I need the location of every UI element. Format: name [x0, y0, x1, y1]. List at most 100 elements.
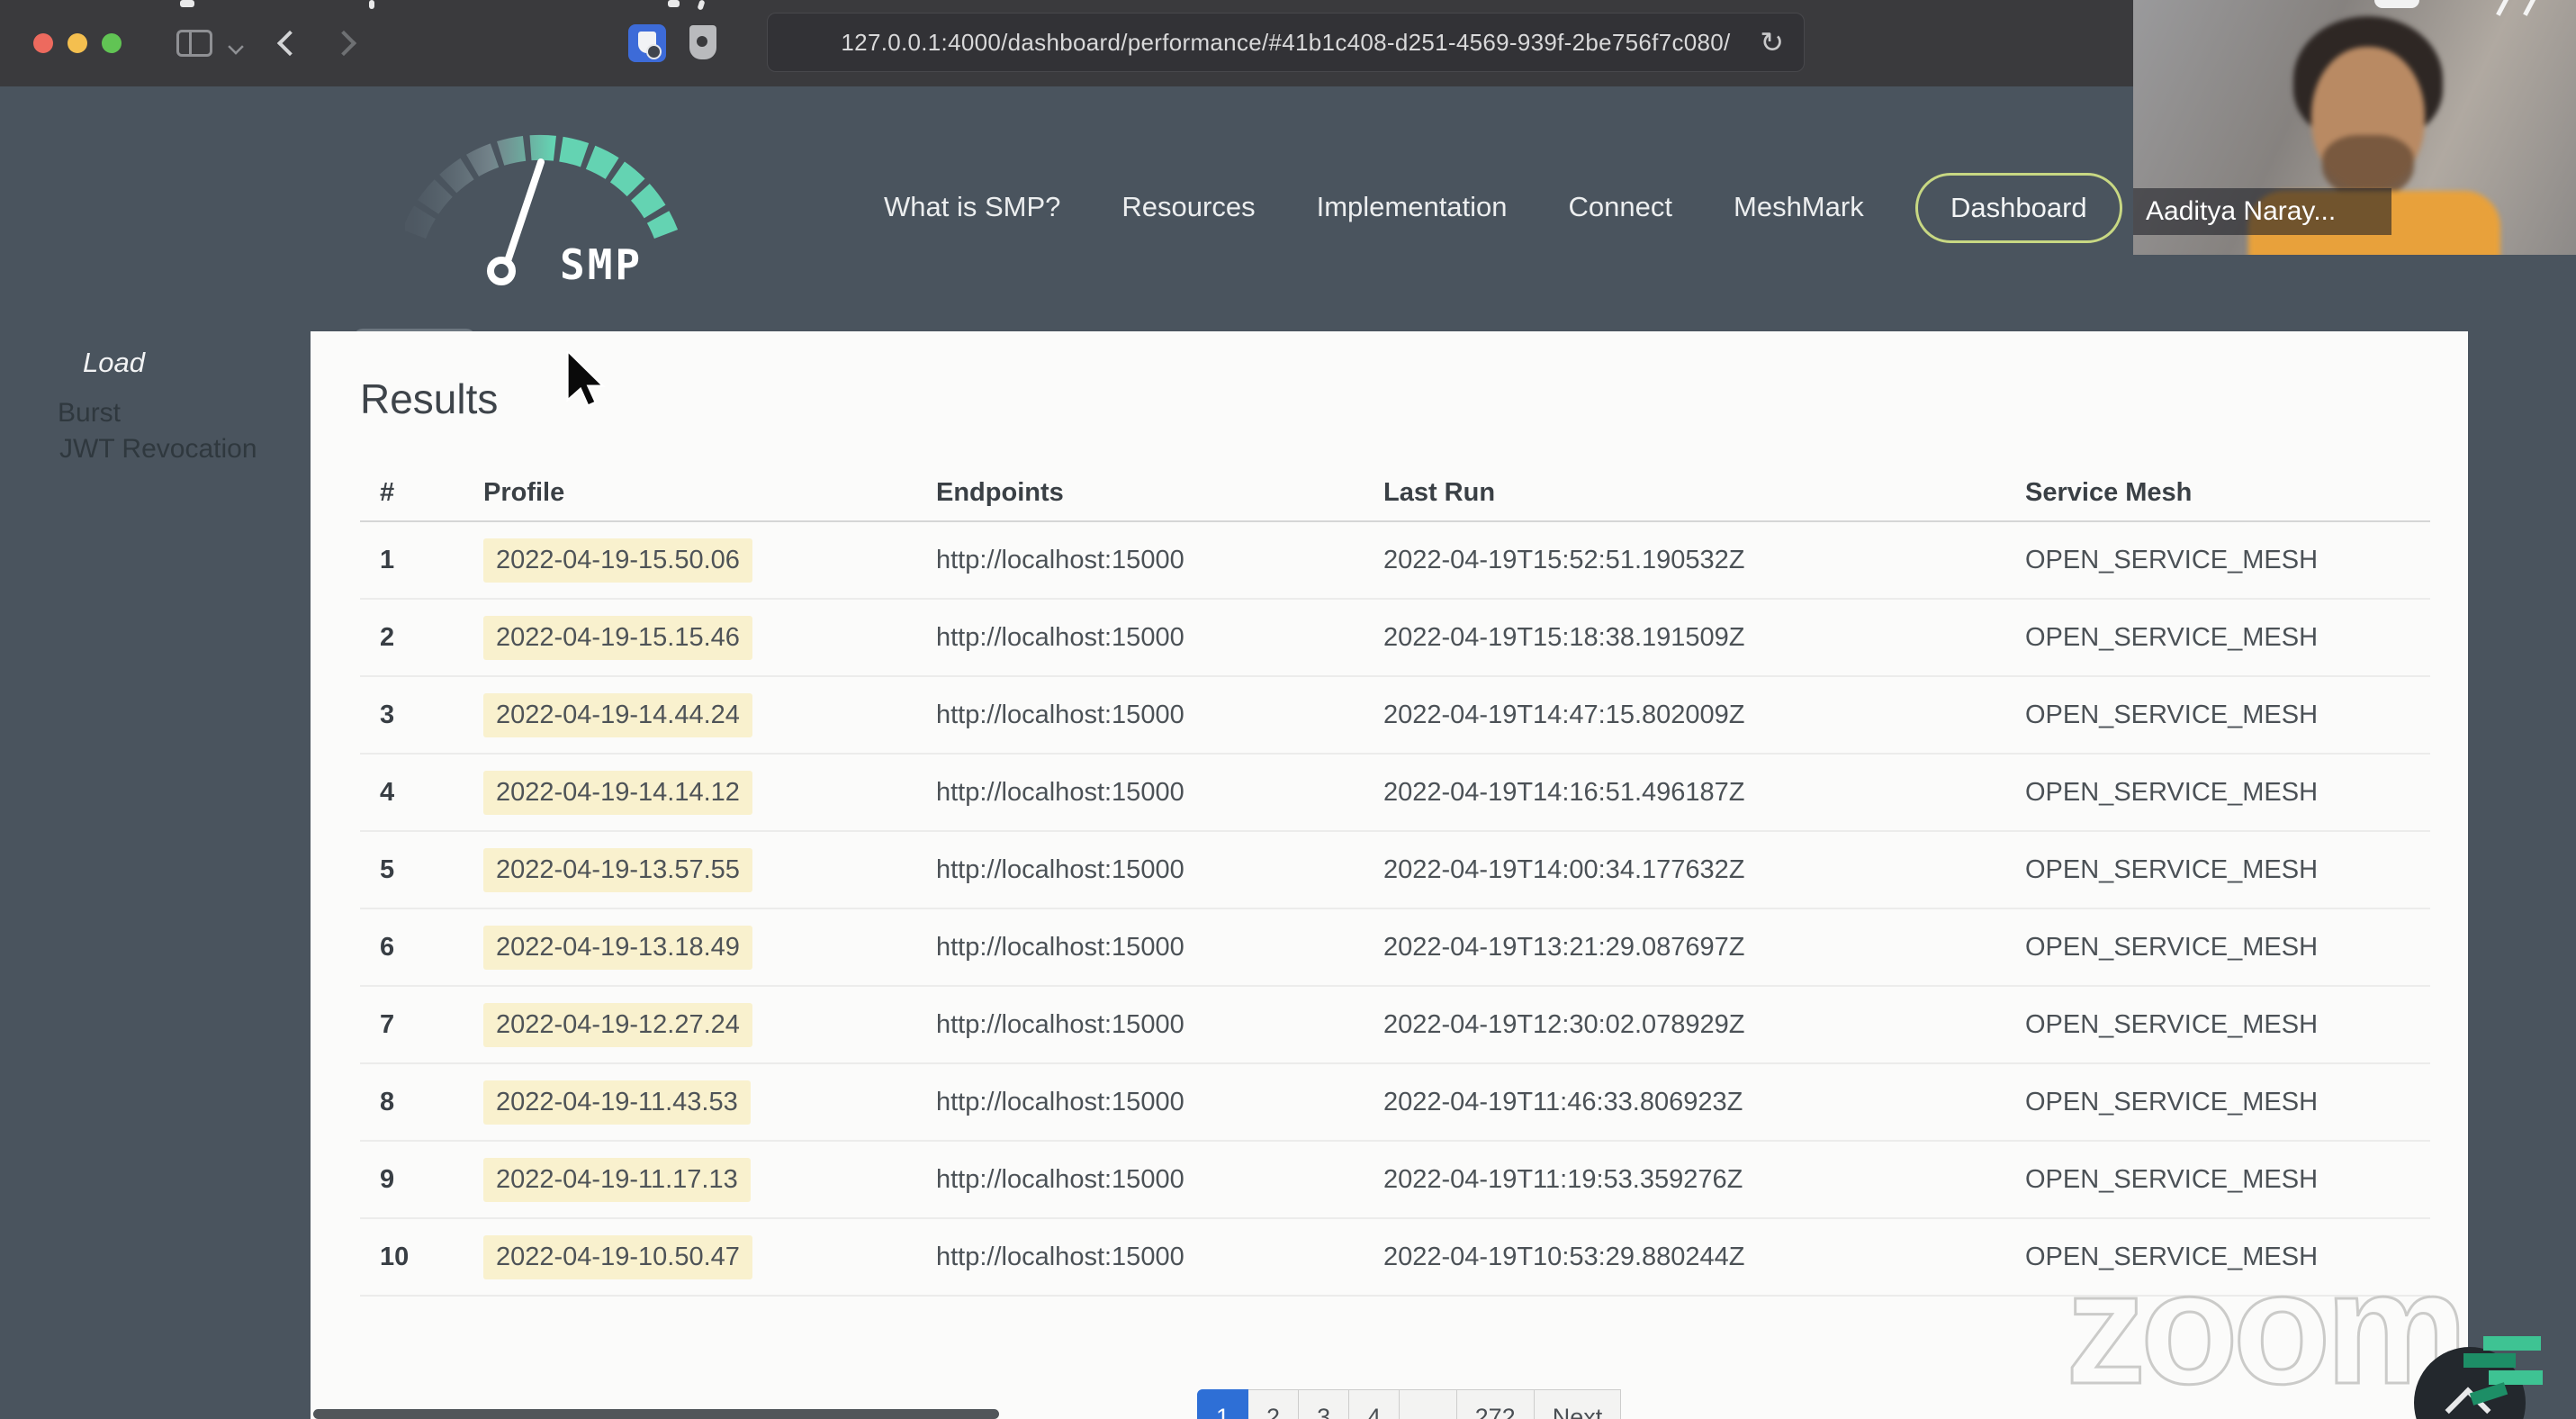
- profile-link[interactable]: 2022-04-19-14.14.12: [483, 770, 752, 815]
- service-mesh-cell: OPEN_SERVICE_MESH: [2025, 932, 2319, 962]
- nav-link-resources[interactable]: Resources: [1121, 191, 1255, 223]
- last-run-cell: 2022-04-19T11:19:53.359276Z: [1383, 1164, 1743, 1194]
- service-mesh-cell: OPEN_SERVICE_MESH: [2025, 545, 2319, 574]
- endpoints-cell: http://localhost:15000: [936, 1242, 1184, 1271]
- service-mesh-cell: OPEN_SERVICE_MESH: [2025, 777, 2319, 807]
- row-number-cell: 2: [380, 622, 395, 652]
- next-page-button[interactable]: Next: [1534, 1389, 1622, 1419]
- table-header-row: # Profile Endpoints Last Run Service Mes…: [360, 465, 2430, 522]
- profile-link[interactable]: 2022-04-19-11.17.13: [483, 1157, 751, 1202]
- back-button[interactable]: [276, 30, 303, 57]
- profile-cell: 2022-04-19-13.18.49: [483, 925, 936, 970]
- logo-text: SMP: [560, 240, 643, 289]
- shield-extension-icon[interactable]: [689, 25, 716, 59]
- page-button-...[interactable]: ...: [1400, 1389, 1457, 1419]
- table-row: 1 2022-04-19-15.50.06 http://localhost:1…: [360, 522, 2430, 600]
- pagination: 1 2 3 4... 272 Next: [1197, 1389, 1622, 1419]
- last-run-cell: 2022-04-19T15:18:38.191509Z: [1383, 622, 1745, 652]
- profile-cell: 2022-04-19-10.50.47: [483, 1234, 936, 1279]
- last-run-cell: 2022-04-19T14:47:15.802009Z: [1383, 700, 1745, 729]
- page-button-272[interactable]: 272: [1456, 1389, 1535, 1419]
- service-mesh-cell: OPEN_SERVICE_MESH: [2025, 854, 2319, 884]
- last-run-cell: 2022-04-19T10:53:29.880244Z: [1383, 1242, 1745, 1271]
- profile-cell: 2022-04-19-11.43.53: [483, 1080, 936, 1125]
- profile-cell: 2022-04-19-12.27.24: [483, 1002, 936, 1047]
- last-run-cell: 2022-04-19T15:52:51.190532Z: [1383, 545, 1745, 574]
- profile-cell: 2022-04-19-14.14.12: [483, 770, 936, 815]
- webcam-tile: Aaditya Naray...: [2133, 0, 2576, 255]
- nav-link-what-is-smp[interactable]: What is SMP?: [884, 191, 1060, 223]
- profile-link[interactable]: 2022-04-19-13.57.55: [483, 847, 752, 892]
- sidebar-item-burst[interactable]: Burst: [58, 398, 121, 429]
- reload-icon[interactable]: ↻: [1760, 26, 1784, 59]
- page-button-4[interactable]: 4: [1349, 1389, 1401, 1419]
- url-text: 127.0.0.1:4000/dashboard/performance/#41…: [841, 28, 1731, 56]
- participant-name: Aaditya Naray...: [2146, 196, 2337, 226]
- col-header-endpoints: Endpoints: [936, 477, 1064, 507]
- cutoff-text-fragment: [180, 0, 194, 7]
- smp-logo[interactable]: SMP: [405, 124, 747, 291]
- table-row: 5 2022-04-19-13.57.55 http://localhost:1…: [360, 832, 2430, 909]
- results-table: # Profile Endpoints Last Run Service Mes…: [360, 465, 2430, 1297]
- zoom-watermark: zoom: [2065, 1238, 2470, 1417]
- zoom-window-button[interactable]: [102, 33, 122, 53]
- address-bar[interactable]: 127.0.0.1:4000/dashboard/performance/#41…: [767, 13, 1805, 72]
- table-row: 2 2022-04-19-15.15.46 http://localhost:1…: [360, 600, 2430, 677]
- last-run-cell: 2022-04-19T14:16:51.496187Z: [1383, 777, 1745, 807]
- minimize-window-button[interactable]: [68, 33, 87, 53]
- profile-link[interactable]: 2022-04-19-13.18.49: [483, 925, 752, 970]
- profile-link[interactable]: 2022-04-19-12.27.24: [483, 1002, 752, 1047]
- service-mesh-cell: OPEN_SERVICE_MESH: [2025, 622, 2319, 652]
- profile-cell: 2022-04-19-13.57.55: [483, 847, 936, 892]
- last-run-cell: 2022-04-19T12:30:02.078929Z: [1383, 1009, 1745, 1039]
- privacy-extension-icon[interactable]: [628, 24, 666, 62]
- last-run-cell: 2022-04-19T13:21:29.087697Z: [1383, 932, 1745, 962]
- endpoints-cell: http://localhost:15000: [936, 1009, 1184, 1039]
- profile-link[interactable]: 2022-04-19-15.50.06: [483, 538, 752, 583]
- sidebar-item-load[interactable]: Load: [83, 347, 145, 379]
- row-number-cell: 10: [380, 1242, 410, 1271]
- forward-button[interactable]: [330, 30, 357, 57]
- endpoints-cell: http://localhost:15000: [936, 1164, 1184, 1194]
- sidebar-item-jwt-revocation[interactable]: JWT Revocation: [59, 434, 257, 465]
- profile-link[interactable]: 2022-04-19-14.44.24: [483, 692, 752, 737]
- row-number-cell: 8: [380, 1087, 395, 1116]
- endpoints-cell: http://localhost:15000: [936, 854, 1184, 884]
- mouse-cursor: [566, 351, 606, 407]
- main-nav: What is SMP? Resources Implementation Conne…: [884, 191, 1864, 223]
- row-number-cell: 1: [380, 545, 395, 574]
- service-mesh-cell: OPEN_SERVICE_MESH: [2025, 700, 2319, 729]
- endpoints-cell: http://localhost:15000: [936, 777, 1184, 807]
- gauge-needle: [504, 158, 545, 265]
- table-row: 9 2022-04-19-11.17.13 http://localhost:1…: [360, 1142, 2430, 1219]
- table-row: 3 2022-04-19-14.44.24 http://localhost:1…: [360, 677, 2430, 755]
- col-header-last-run: Last Run: [1383, 477, 1496, 507]
- profile-link[interactable]: 2022-04-19-10.50.47: [483, 1234, 752, 1279]
- last-run-cell: 2022-04-19T11:46:33.806923Z: [1383, 1087, 1743, 1116]
- close-window-button[interactable]: [33, 33, 53, 53]
- table-row: 4 2022-04-19-14.14.12 http://localhost:1…: [360, 755, 2430, 832]
- col-header-profile: Profile: [483, 477, 565, 507]
- service-mesh-cell: OPEN_SERVICE_MESH: [2025, 1009, 2319, 1039]
- chevron-down-icon[interactable]: [228, 39, 244, 55]
- horizontal-scrollbar[interactable]: [313, 1409, 999, 1419]
- endpoints-cell: http://localhost:15000: [936, 1087, 1184, 1116]
- table-row: 8 2022-04-19-11.43.53 http://localhost:1…: [360, 1064, 2430, 1142]
- endpoints-cell: http://localhost:15000: [936, 932, 1184, 962]
- nav-link-implementation[interactable]: Implementation: [1317, 191, 1508, 223]
- profile-link[interactable]: 2022-04-19-15.15.46: [483, 615, 752, 660]
- row-number-cell: 9: [380, 1164, 395, 1194]
- nav-link-dashboard-active[interactable]: Dashboard: [1915, 173, 2122, 243]
- nav-link-meshmark[interactable]: MeshMark: [1734, 191, 1864, 223]
- profile-link[interactable]: 2022-04-19-11.43.53: [483, 1080, 751, 1125]
- profile-cell: 2022-04-19-11.17.13: [483, 1157, 936, 1202]
- page-button-1[interactable]: 1: [1197, 1389, 1249, 1419]
- sidebar-toggle-icon[interactable]: [176, 30, 212, 57]
- row-number-cell: 4: [380, 777, 395, 807]
- overlay-fragment: [2374, 0, 2419, 8]
- page-button-3[interactable]: 3: [1299, 1389, 1350, 1419]
- page-button-2[interactable]: 2: [1248, 1389, 1300, 1419]
- nav-link-connect[interactable]: Connect: [1569, 191, 1672, 223]
- row-number-cell: 6: [380, 932, 395, 962]
- layer5-logo-icon: [2463, 1336, 2546, 1405]
